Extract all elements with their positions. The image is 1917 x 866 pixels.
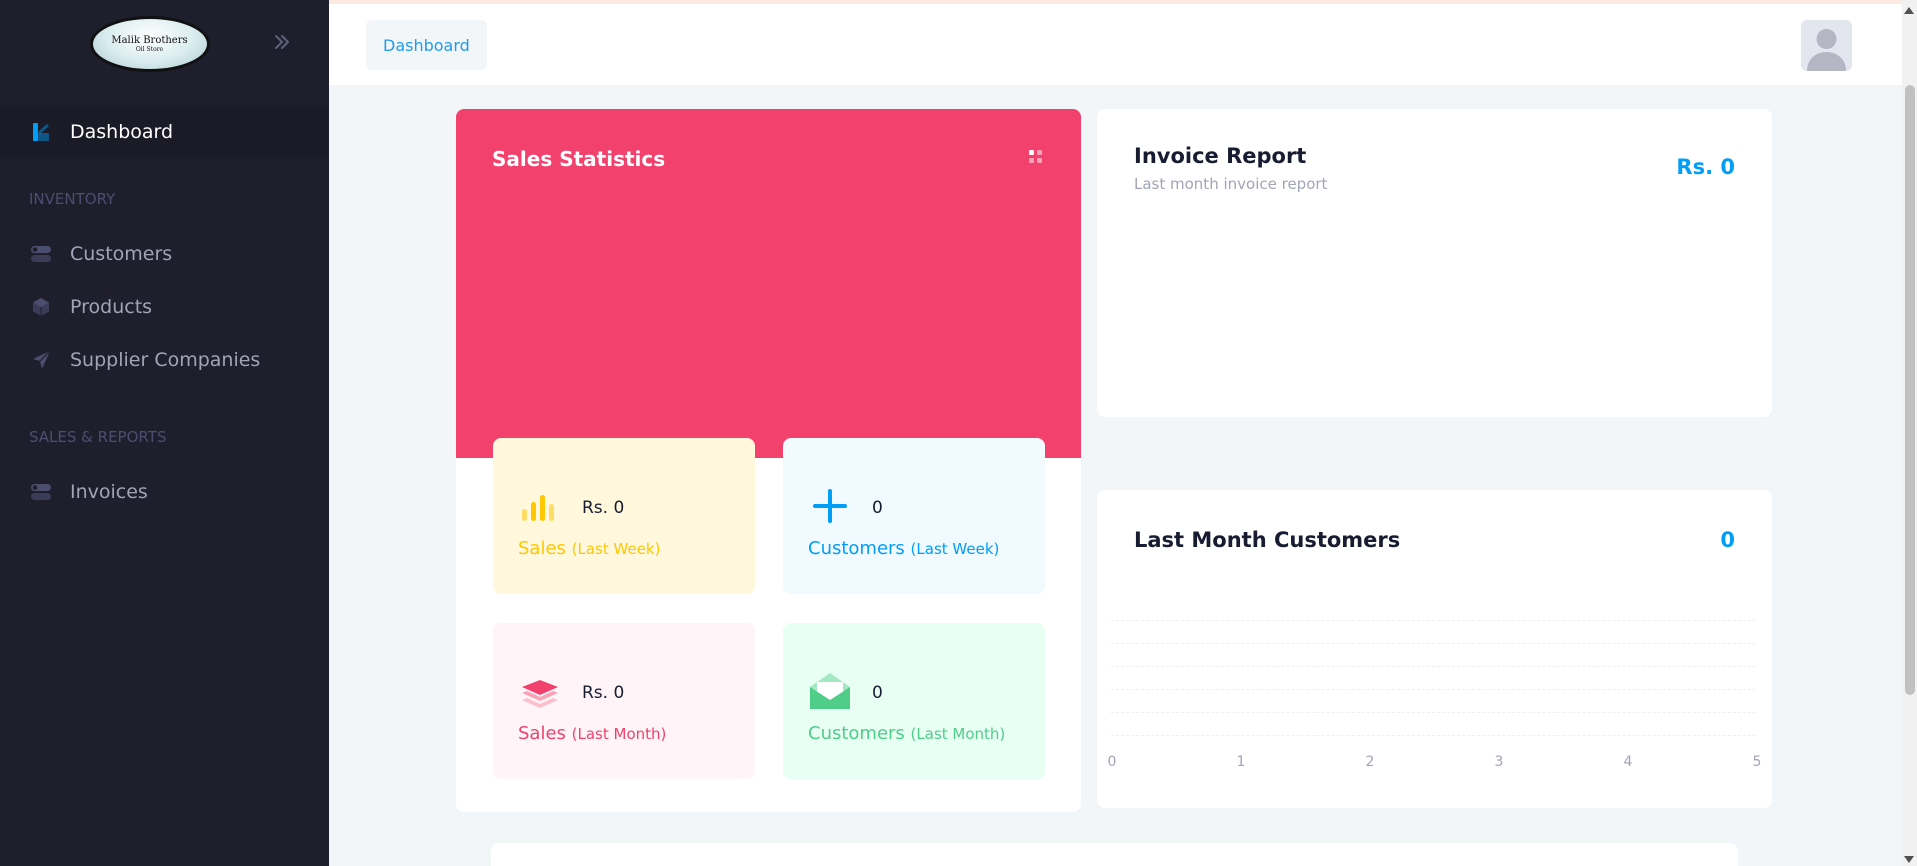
customers-count: 0 <box>1720 528 1735 552</box>
header: Dashboard <box>329 4 1902 85</box>
sidebar-item-label: Supplier Companies <box>70 348 261 371</box>
stat-tile-sales-last-week[interactable]: Rs. 0 Sales (Last Week) <box>493 438 755 594</box>
menu-dots-icon[interactable] <box>1029 150 1043 164</box>
toggle-icon <box>30 243 52 265</box>
breadcrumb[interactable]: Dashboard <box>366 20 487 70</box>
sidebar-item-label: Products <box>70 295 153 318</box>
sales-statistics-card: Sales Statistics Rs. 0 Sales (Last Week)… <box>456 109 1081 812</box>
sidebar-item-supplier-companies[interactable]: Supplier Companies <box>0 333 329 386</box>
brand-logo[interactable]: Malik Brothers Oil Store <box>89 16 210 72</box>
stat-value: 0 <box>872 683 883 703</box>
dashboard-icon <box>30 121 52 143</box>
invoice-report-card: Invoice Report Last month invoice report… <box>1097 109 1772 417</box>
card-title: Last Month Customers <box>1134 528 1401 552</box>
card-subtitle: Last month invoice report <box>1134 175 1328 193</box>
scroll-up-arrow-icon[interactable] <box>1904 7 1914 14</box>
x-axis-tick: 1 <box>1236 754 1246 770</box>
cube-icon <box>30 296 52 318</box>
x-axis-tick: 5 <box>1752 754 1762 770</box>
user-avatar-icon <box>1807 29 1846 71</box>
card-title: Invoice Report <box>1134 144 1307 168</box>
brand-name: Malik Brothers <box>111 34 188 46</box>
plus-icon <box>809 485 851 527</box>
sidebar-item-products[interactable]: Products <box>0 280 329 333</box>
x-axis-tick: 3 <box>1494 754 1504 770</box>
stat-label: Sales <box>518 538 566 559</box>
avatar[interactable] <box>1801 20 1852 71</box>
sidebar-section-sales-reports: SALES & REPORTS <box>29 428 167 446</box>
invoice-amount: Rs. 0 <box>1676 155 1735 179</box>
bar-chart-icon <box>519 485 561 527</box>
stat-period: (Last Week) <box>571 540 661 558</box>
stat-caption: Customers (Last Week) <box>808 538 999 559</box>
scroll-down-arrow-icon[interactable] <box>1904 856 1914 863</box>
stat-caption: Customers (Last Month) <box>808 723 1005 744</box>
send-icon <box>30 349 52 371</box>
sidebar-section-inventory: INVENTORY <box>29 190 116 208</box>
stat-value: 0 <box>872 498 883 518</box>
x-axis-tick: 0 <box>1107 754 1117 770</box>
layers-icon <box>519 670 561 712</box>
scrollbar-thumb[interactable] <box>1905 85 1915 695</box>
sidebar: Malik Brothers Oil Store Dashboard INVEN… <box>0 0 329 866</box>
x-axis-tick: 2 <box>1365 754 1375 770</box>
chart-gridline <box>1111 620 1756 621</box>
sidebar-item-customers[interactable]: Customers <box>0 227 329 280</box>
card-title: Sales Statistics <box>492 147 666 171</box>
stat-caption: Sales (Last Month) <box>518 723 666 744</box>
stat-tile-customers-last-month[interactable]: 0 Customers (Last Month) <box>783 623 1045 779</box>
chart-gridline <box>1111 689 1756 690</box>
sales-statistics-header: Sales Statistics <box>456 109 1081 458</box>
stat-caption: Sales (Last Week) <box>518 538 660 559</box>
bottom-card <box>491 843 1738 866</box>
last-month-customers-card: Last Month Customers 0 0 1 2 3 4 5 <box>1097 490 1772 808</box>
sidebar-brand: Malik Brothers Oil Store <box>0 0 329 88</box>
double-chevron-right-icon[interactable] <box>271 31 293 53</box>
stat-period: (Last Week) <box>910 540 1000 558</box>
brand-tagline: Oil Store <box>135 45 164 53</box>
stat-period: (Last Month) <box>571 725 667 743</box>
x-axis-tick: 4 <box>1623 754 1633 770</box>
chart-gridline <box>1111 666 1756 667</box>
sidebar-item-label: Customers <box>70 242 173 265</box>
chart-gridline <box>1111 735 1756 736</box>
stat-value: Rs. 0 <box>582 683 625 703</box>
sidebar-item-dashboard[interactable]: Dashboard <box>0 105 329 159</box>
chart-gridline <box>1111 712 1756 713</box>
stat-tile-customers-last-week[interactable]: 0 Customers (Last Week) <box>783 438 1045 594</box>
stat-tile-sales-last-month[interactable]: Rs. 0 Sales (Last Month) <box>493 623 755 779</box>
stat-label: Customers <box>808 538 905 559</box>
chart-gridline <box>1111 643 1756 644</box>
envelope-open-icon <box>809 670 851 712</box>
stat-label: Sales <box>518 723 566 744</box>
stat-period: (Last Month) <box>910 725 1006 743</box>
sidebar-item-invoices[interactable]: Invoices <box>0 465 329 518</box>
vertical-scrollbar[interactable] <box>1902 0 1917 866</box>
stat-label: Customers <box>808 723 905 744</box>
toggle-icon <box>30 481 52 503</box>
sidebar-item-label: Invoices <box>70 480 148 503</box>
stat-value: Rs. 0 <box>582 498 625 518</box>
sidebar-item-label: Dashboard <box>70 121 174 143</box>
